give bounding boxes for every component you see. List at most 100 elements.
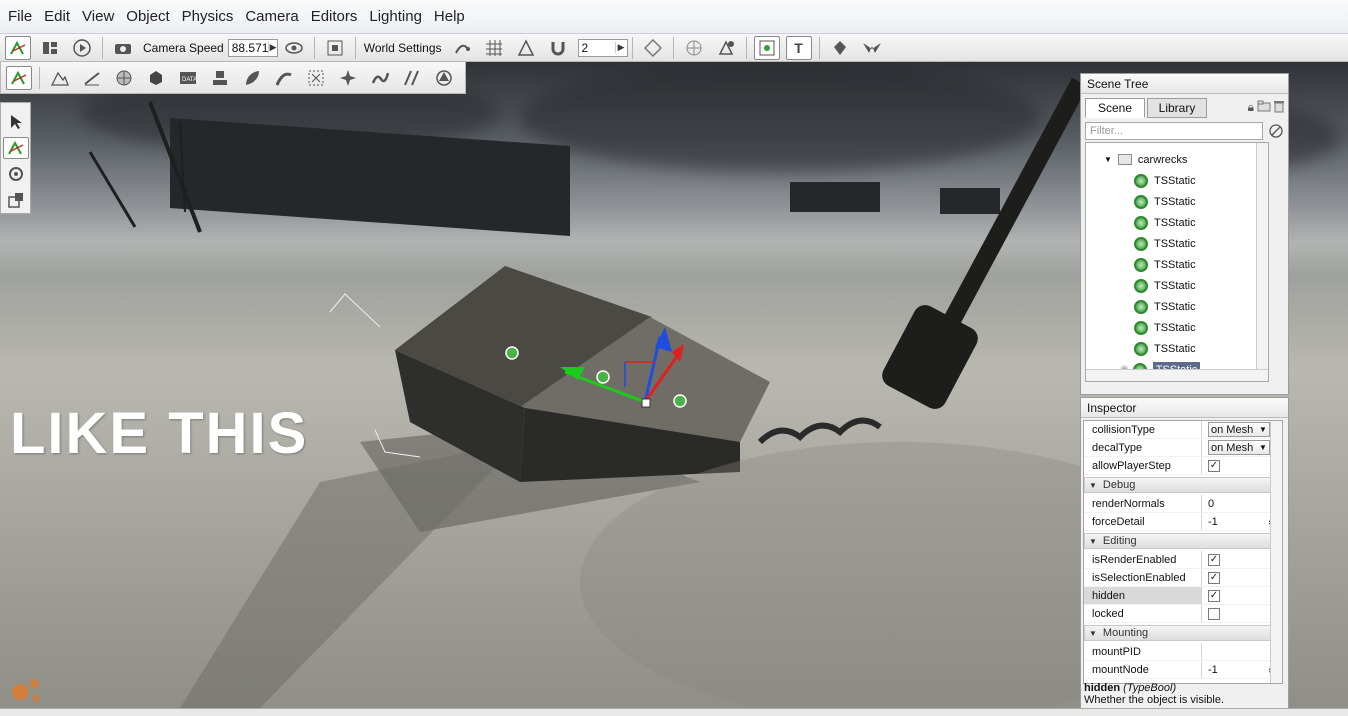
tab-scene[interactable]: Scene <box>1085 98 1145 118</box>
group-label: Debug <box>1102 479 1136 491</box>
decal-editor-icon[interactable] <box>207 66 233 90</box>
tree-item-label: TSStatic <box>1154 195 1196 208</box>
menu-object[interactable]: Object <box>120 0 175 34</box>
camera-view-icon[interactable] <box>322 36 348 60</box>
navmesh-editor-icon[interactable] <box>303 66 329 90</box>
menu-lighting[interactable]: Lighting <box>363 0 428 34</box>
move-tool-icon[interactable] <box>2 137 29 159</box>
tree-folder-row[interactable]: ▼ carwrecks <box>1086 149 1268 170</box>
snap-value-field[interactable]: 2 ▶ <box>577 38 628 57</box>
drop-at-icon[interactable] <box>827 36 853 60</box>
sketch-tool-icon[interactable] <box>143 66 169 90</box>
property-name: forceDetail <box>1084 513 1202 530</box>
inspector-scrollbar[interactable] <box>1270 421 1282 683</box>
river-editor-icon[interactable] <box>367 66 393 90</box>
allow-player-step-checkbox[interactable]: ✓ <box>1208 459 1220 472</box>
chevron-down-icon[interactable]: ▼ <box>1104 155 1112 164</box>
selection-center-icon[interactable] <box>681 36 707 60</box>
locked-checkbox[interactable] <box>1208 607 1220 620</box>
terrain-editor-icon[interactable] <box>47 66 73 90</box>
tree-vertical-scrollbar[interactable] <box>1256 143 1268 381</box>
visibility-eye-icon[interactable] <box>281 36 307 60</box>
select-arrow-icon[interactable] <box>3 111 29 133</box>
decal-type-select[interactable]: on Mesh ▼ <box>1208 440 1270 455</box>
particle-editor-icon[interactable] <box>335 66 361 90</box>
mesh-road-editor-icon[interactable] <box>271 66 297 90</box>
toolbar-separator <box>631 36 633 59</box>
group-mounting[interactable]: ▼ Mounting <box>1084 625 1282 641</box>
object-transform-icon[interactable] <box>713 36 739 60</box>
world-editor-icon[interactable] <box>5 35 31 60</box>
snap-value: 2 <box>581 40 589 55</box>
chevron-right-icon[interactable]: ▶ <box>614 42 627 53</box>
scale-tool-icon[interactable] <box>3 189 29 211</box>
tree-item[interactable]: TSStatic <box>1086 317 1268 338</box>
tsstatic-icon <box>1134 278 1148 293</box>
menu-file[interactable]: File <box>2 0 38 34</box>
menu-help[interactable]: Help <box>428 0 471 34</box>
property-name: isRenderEnabled <box>1084 551 1202 568</box>
clear-filter-icon[interactable] <box>1269 124 1283 138</box>
tree-item[interactable]: TSStatic <box>1086 212 1268 233</box>
is-render-enabled-checkbox[interactable]: ✓ <box>1208 553 1220 566</box>
magnet-icon[interactable] <box>545 36 571 60</box>
hidden-checkbox[interactable]: ✓ <box>1208 589 1220 602</box>
tree-item[interactable]: TSStatic <box>1086 275 1268 296</box>
tree-item-label: TSStatic <box>1154 258 1196 271</box>
menu-camera[interactable]: Camera <box>239 0 304 34</box>
tree-item[interactable]: TSStatic <box>1086 254 1268 275</box>
rotate-tool-icon[interactable] <box>3 163 29 185</box>
text-object-icon[interactable]: T <box>785 35 812 60</box>
object-editor-icon[interactable] <box>6 65 32 90</box>
new-folder-icon[interactable] <box>1257 100 1271 112</box>
group-debug[interactable]: ▼ Debug <box>1084 477 1282 493</box>
inspector-properties: collisionType on Mesh ▼ decalType on Mesh… <box>1083 420 1283 684</box>
filter-input[interactable]: Filter... <box>1085 122 1263 140</box>
menu-physics[interactable]: Physics <box>176 0 240 34</box>
datablock-editor-icon[interactable]: DATA <box>175 66 201 90</box>
menu-bar: File Edit View Object Physics Camera Edi… <box>0 0 1348 34</box>
property-row: allowPlayerStep ✓ <box>1084 457 1282 475</box>
chevron-down-icon: ▼ <box>1259 443 1267 452</box>
collision-type-select[interactable]: on Mesh ▼ <box>1208 422 1270 437</box>
tree-item[interactable]: TSStatic <box>1086 233 1268 254</box>
tree-item[interactable]: TSStatic <box>1086 296 1268 317</box>
tree-horizontal-scrollbar[interactable] <box>1086 369 1268 381</box>
mount-node-field[interactable]: -1 <box>1208 664 1218 676</box>
menu-view[interactable]: View <box>76 0 120 34</box>
snap-to-ground-icon[interactable] <box>449 36 475 60</box>
menu-edit[interactable]: Edit <box>38 0 76 34</box>
material-editor-icon[interactable] <box>111 66 137 90</box>
trash-icon[interactable] <box>1274 100 1284 113</box>
grid-icon[interactable] <box>481 36 507 60</box>
engine-logo-icon <box>12 679 40 702</box>
world-space-icon[interactable] <box>753 35 780 60</box>
play-icon[interactable] <box>69 36 95 60</box>
group-editing[interactable]: ▼ Editing <box>1084 533 1282 549</box>
force-detail-field[interactable]: -1 <box>1208 516 1218 528</box>
is-selection-enabled-checkbox[interactable]: ✓ <box>1208 571 1220 584</box>
road-editor-icon[interactable] <box>399 66 425 90</box>
lock-icon[interactable]: 🔒︎ <box>1248 100 1254 115</box>
object-bounds-icon[interactable] <box>640 36 666 60</box>
toolbar-separator <box>39 66 40 89</box>
mission-area-icon[interactable] <box>859 36 885 60</box>
toolbar-separator <box>313 36 315 59</box>
gui-editor-icon[interactable] <box>37 36 63 60</box>
forest-editor-icon[interactable] <box>239 66 265 90</box>
tree-item[interactable]: TSStatic <box>1086 191 1268 212</box>
property-name: locked <box>1084 605 1202 622</box>
shape-editor-icon[interactable] <box>431 66 457 90</box>
camera-speed-field[interactable]: 88.571 ▶ <box>227 38 278 57</box>
snap-bounds-icon[interactable] <box>513 36 539 60</box>
menu-editors[interactable]: Editors <box>305 0 364 34</box>
terrain-painter-icon[interactable] <box>79 66 105 90</box>
tab-library[interactable]: Library <box>1147 98 1207 118</box>
toolbar-separator <box>818 36 820 59</box>
tree-item[interactable]: TSStatic <box>1086 338 1268 359</box>
world-settings-label[interactable]: World Settings <box>364 41 442 55</box>
inspector-title: Inspector <box>1081 398 1288 418</box>
chevron-right-icon[interactable]: ▶ <box>268 42 277 53</box>
camera-icon[interactable] <box>110 36 136 60</box>
tree-item[interactable]: TSStatic <box>1086 170 1268 191</box>
